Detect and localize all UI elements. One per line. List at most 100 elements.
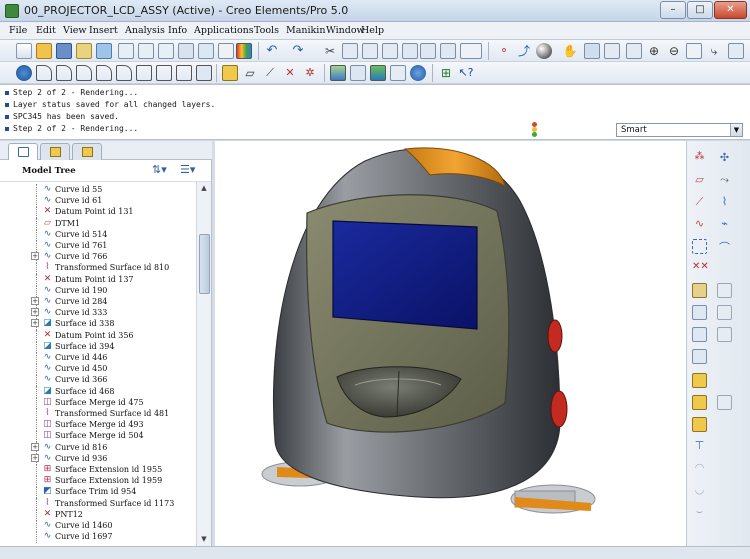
expand-icon[interactable]: + [31, 442, 39, 451]
mapkey-icon[interactable] [16, 65, 32, 81]
tree-settings-icon[interactable]: ☰▾ [180, 163, 200, 178]
tree-item[interactable]: ◫ Surface Merge id 475 [0, 396, 196, 409]
datum-plane-tool-icon[interactable]: ▱ [692, 173, 707, 188]
round-icon[interactable] [116, 65, 132, 81]
tree-item[interactable]: + ∿ Curve id 936 [0, 452, 196, 465]
room-icon[interactable] [370, 65, 386, 81]
tree-item[interactable]: ∿ Curve id 1460 [0, 520, 196, 532]
tree-item[interactable]: ∿ Curve id 450 [0, 363, 196, 376]
select-box-icon[interactable] [440, 43, 456, 59]
point-icon[interactable]: ✕ [282, 65, 298, 81]
cut-icon[interactable]: ✂ [322, 43, 338, 59]
menu-insert[interactable]: Insert [89, 25, 118, 36]
datum-axis-tool-icon[interactable]: ⤳ [717, 173, 732, 188]
tree-item[interactable]: ◫ Surface Merge id 493 [0, 419, 196, 432]
copy-tool-icon[interactable] [692, 305, 707, 320]
email-icon[interactable] [96, 43, 112, 59]
tree-item[interactable]: + ∿ Curve id 766 [0, 251, 196, 264]
render-setup-icon[interactable] [390, 65, 406, 81]
menu-analysis[interactable]: Analysis [125, 25, 165, 36]
structure-icon[interactable]: ⊞ [438, 65, 454, 81]
tree-item[interactable]: ∿ Curve id 55 [0, 184, 196, 196]
tree-item[interactable]: ◪ Surface id 468 [0, 385, 196, 398]
view-manager-icon[interactable] [728, 43, 744, 59]
tab-model-tree[interactable] [8, 143, 38, 160]
mirror-tool-icon[interactable] [692, 327, 707, 342]
axis-icon[interactable]: ⟋ [262, 65, 278, 81]
activate-icon[interactable] [178, 43, 194, 59]
sweep-icon[interactable] [76, 65, 92, 81]
menu-file[interactable]: File [9, 25, 27, 36]
scroll-down-icon[interactable]: ▼ [198, 533, 210, 545]
selection-mode-icon[interactable] [460, 43, 482, 59]
regenerate-model-icon[interactable] [402, 43, 418, 59]
check-icon[interactable] [138, 43, 154, 59]
new-file-icon[interactable] [16, 43, 32, 59]
close-window-icon[interactable] [158, 43, 174, 59]
menu-tools[interactable]: Tools [254, 25, 279, 36]
close-button[interactable]: ✕ [714, 1, 747, 19]
datum-display-icon[interactable]: ⚬ [496, 43, 512, 59]
merge-tool-icon[interactable] [692, 349, 707, 364]
style-tool-icon[interactable]: ⌁ [717, 217, 732, 232]
hole-icon[interactable] [196, 65, 212, 81]
tree-item[interactable]: ⌇ Transformed Surface id 810 [0, 262, 196, 275]
refit-icon[interactable] [686, 43, 702, 59]
offset-point-icon[interactable]: ✕✕ [692, 261, 709, 276]
maximize-button[interactable]: □ [687, 1, 713, 19]
appearance-gallery-icon[interactable] [236, 43, 252, 59]
render-icon[interactable] [410, 65, 426, 81]
model-tree-scrollbar[interactable]: ▲ ▼ [196, 182, 211, 546]
repaint-icon[interactable]: ⤴ [516, 43, 532, 59]
selection-filter-select[interactable]: Smart ▼ [616, 123, 743, 137]
blend-icon[interactable] [96, 65, 112, 81]
datum-grid-icon[interactable] [692, 239, 707, 254]
redo-icon[interactable]: ↷ [290, 43, 306, 59]
extend-tool-icon[interactable] [692, 395, 707, 410]
chevron-down-icon[interactable]: ▼ [730, 124, 742, 136]
datum-point-tool-icon[interactable]: ⁂ [692, 151, 707, 166]
find-icon[interactable] [420, 43, 436, 59]
menu-manikin[interactable]: Manikin [286, 25, 325, 36]
whats-this-icon[interactable]: ↖? [458, 65, 474, 81]
scene-icon[interactable] [330, 65, 346, 81]
expand-icon[interactable]: + [31, 252, 39, 261]
layers-icon[interactable] [584, 43, 600, 59]
tree-item[interactable]: ∿ Curve id 761 [0, 240, 196, 252]
minimize-button[interactable]: – [660, 1, 686, 19]
trim-tool-icon[interactable] [692, 373, 707, 388]
analysis-feature-icon[interactable] [692, 283, 707, 298]
offset-tool-icon[interactable] [692, 417, 707, 432]
tree-item[interactable]: ∿ Curve id 446 [0, 352, 196, 364]
menu-help[interactable]: Help [361, 25, 384, 36]
regenerate-icon[interactable] [198, 43, 214, 59]
expand-icon[interactable]: + [31, 319, 39, 328]
shell-icon[interactable] [136, 65, 152, 81]
tree-item[interactable]: + ◪ Surface id 338 [0, 318, 196, 331]
open-folder-icon[interactable] [36, 43, 52, 59]
copy-icon[interactable] [342, 43, 358, 59]
thicken-tool-icon[interactable]: ⊤ [692, 439, 707, 454]
tree-item[interactable]: ⊞ Surface Extension id 1955 [0, 464, 196, 476]
menu-view[interactable]: View [63, 25, 87, 36]
tree-filters-icon[interactable]: ⇅▾ [152, 163, 172, 178]
paste-special-icon[interactable] [382, 43, 398, 59]
plane-icon[interactable]: ▱ [242, 65, 258, 81]
expand-icon[interactable]: + [31, 297, 39, 305]
print-icon[interactable] [76, 43, 92, 59]
tree-item[interactable]: ✕ PNT12 [0, 508, 196, 521]
tree-item[interactable]: ▱ DTM1 [0, 217, 196, 230]
expand-icon[interactable]: + [31, 453, 39, 462]
spin-center-icon[interactable]: ✣ [717, 151, 732, 166]
extrude-icon[interactable] [36, 65, 52, 81]
tree-item[interactable]: + ∿ Curve id 816 [0, 441, 196, 454]
csys-icon[interactable]: ✲ [302, 65, 318, 81]
boundary-blend-icon[interactable]: ⌒ [717, 239, 732, 254]
zoom-out-icon[interactable]: ⊖ [666, 43, 682, 59]
tree-item[interactable]: ◩ Surface Trim id 954 [0, 486, 196, 499]
menu-edit[interactable]: Edit [36, 25, 56, 36]
tree-item[interactable]: ◪ Surface id 394 [0, 340, 196, 353]
expand-icon[interactable]: + [31, 308, 39, 317]
tree-item[interactable]: + ∿ Curve id 333 [0, 307, 196, 320]
tree-item[interactable]: ∿ Curve id 61 [0, 195, 196, 208]
